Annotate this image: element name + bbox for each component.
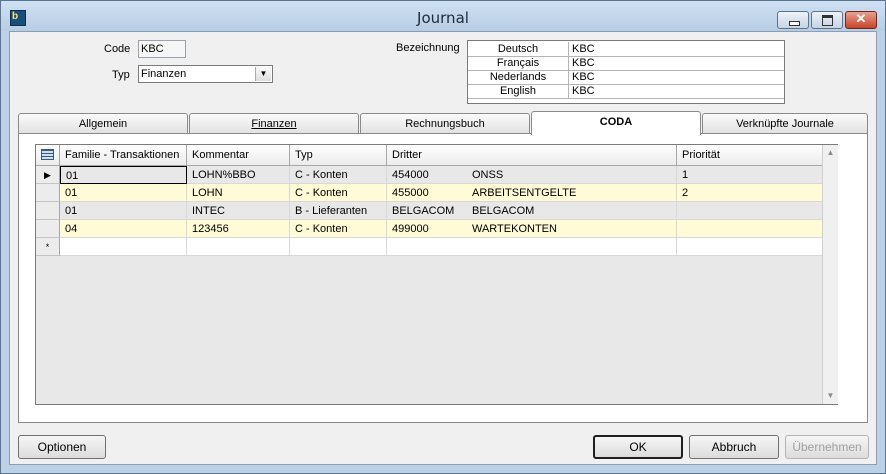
cell-prioritaet[interactable]: 1 bbox=[677, 166, 838, 184]
translation-row[interactable]: Nederlands KBC bbox=[468, 70, 784, 85]
cell-prioritaet[interactable]: 2 bbox=[677, 184, 838, 202]
tab-verknuepfte-journale[interactable]: Verknüpfte Journale bbox=[702, 113, 868, 133]
cell-dritter[interactable] bbox=[387, 238, 677, 256]
translation-language: English bbox=[468, 84, 569, 98]
coda-grid: Familie - Transaktionen Kommentar Typ Dr… bbox=[35, 144, 838, 405]
bezeichnung-label: Bezeichnung bbox=[396, 42, 460, 54]
translation-value[interactable]: KBC bbox=[572, 56, 595, 70]
cell-typ[interactable] bbox=[290, 238, 387, 256]
cell-kommentar[interactable]: LOHN bbox=[187, 184, 290, 202]
cell-typ[interactable]: C - Konten bbox=[290, 184, 387, 202]
table-row[interactable]: 04 123456 C - Konten 499000 WARTEKONTEN bbox=[36, 220, 838, 238]
new-row-marker-icon[interactable]: * bbox=[36, 238, 60, 256]
cell-dritter-name[interactable]: BELGACOM bbox=[467, 202, 677, 220]
grid-icon bbox=[41, 149, 54, 160]
column-header-kommentar[interactable]: Kommentar bbox=[187, 145, 290, 166]
cell-dritter-name[interactable]: ARBEITSENTGELTE bbox=[467, 184, 677, 202]
scroll-up-icon[interactable]: ▲ bbox=[823, 145, 838, 161]
row-selector[interactable] bbox=[36, 220, 60, 238]
cancel-button[interactable]: Abbruch bbox=[689, 435, 779, 459]
cell-dritter-code[interactable]: 454000 bbox=[387, 166, 467, 184]
close-button[interactable]: ✕ bbox=[845, 11, 877, 29]
cell-kommentar[interactable]: LOHN%BBO bbox=[187, 166, 290, 184]
tab-rechnungsbuch[interactable]: Rechnungsbuch bbox=[360, 113, 530, 133]
type-select-value: Finanzen bbox=[141, 68, 187, 80]
translation-value[interactable]: KBC bbox=[572, 70, 595, 84]
cell-typ[interactable]: C - Konten bbox=[290, 220, 387, 238]
close-icon: ✕ bbox=[855, 11, 867, 26]
translation-language: Deutsch bbox=[468, 42, 569, 56]
cell-dritter-code[interactable]: 455000 bbox=[387, 184, 467, 202]
column-header-familie[interactable]: Familie - Transaktionen bbox=[60, 145, 187, 166]
cell-typ[interactable]: B - Lieferanten bbox=[290, 202, 387, 220]
cell-familie[interactable] bbox=[60, 238, 187, 256]
translation-value[interactable]: KBC bbox=[572, 42, 595, 56]
cell-prioritaet[interactable] bbox=[677, 220, 838, 238]
column-header-dritter[interactable]: Dritter bbox=[387, 145, 677, 166]
type-select[interactable]: Finanzen ▼ bbox=[138, 65, 273, 83]
tab-allgemein[interactable]: Allgemein bbox=[18, 113, 188, 133]
code-label: Code bbox=[104, 43, 131, 55]
minimize-button[interactable] bbox=[777, 11, 809, 29]
translation-row[interactable]: English KBC bbox=[468, 84, 784, 99]
ok-button[interactable]: OK bbox=[593, 435, 683, 459]
cell-dritter-code[interactable]: BELGACOM bbox=[387, 202, 467, 220]
new-row[interactable]: * bbox=[36, 238, 838, 256]
translation-language: Français bbox=[468, 56, 569, 70]
tab-finanzen-label: Finanzen bbox=[251, 118, 297, 130]
code-field[interactable]: KBC bbox=[138, 40, 186, 58]
options-button[interactable]: Optionen bbox=[18, 435, 106, 459]
cell-kommentar[interactable]: INTEC bbox=[187, 202, 290, 220]
dialog-body: Code KBC Typ Finanzen ▼ Bezeichnung Deut… bbox=[9, 31, 877, 465]
row-selector[interactable] bbox=[36, 202, 60, 220]
table-row[interactable]: 01 LOHN C - Konten 455000 ARBEITSENTGELT… bbox=[36, 184, 838, 202]
type-label: Typ bbox=[112, 69, 130, 81]
cell-prioritaet[interactable] bbox=[677, 202, 838, 220]
apply-button[interactable]: Übernehmen bbox=[785, 435, 869, 459]
cell-dritter-name[interactable]: ONSS bbox=[467, 166, 677, 184]
title-bar[interactable]: b Journal ✕ bbox=[1, 1, 885, 31]
cell-familie[interactable]: 01 bbox=[60, 184, 187, 202]
window-title: Journal bbox=[417, 9, 469, 27]
cell-familie[interactable]: 04 bbox=[60, 220, 187, 238]
coda-tab-panel: Familie - Transaktionen Kommentar Typ Dr… bbox=[18, 133, 868, 423]
column-header-prioritaet[interactable]: Priorität bbox=[677, 145, 838, 166]
label-translations-table: Deutsch KBC Français KBC Nederlands KBC … bbox=[467, 40, 785, 104]
cell-dritter-code[interactable]: 499000 bbox=[387, 220, 467, 238]
table-row[interactable]: 01 INTEC B - Lieferanten BELGACOM BELGAC… bbox=[36, 202, 838, 220]
tab-finanzen[interactable]: Finanzen bbox=[189, 113, 359, 133]
column-header-typ[interactable]: Typ bbox=[290, 145, 387, 166]
scroll-down-icon[interactable]: ▼ bbox=[823, 388, 838, 404]
cell-familie[interactable]: 01 bbox=[60, 202, 187, 220]
translation-language: Nederlands bbox=[468, 70, 569, 84]
translation-value[interactable]: KBC bbox=[572, 84, 595, 98]
cell-typ[interactable]: C - Konten bbox=[290, 166, 387, 184]
journal-window: b Journal ✕ Code KBC Typ Finanzen ▼ Beze… bbox=[0, 0, 886, 474]
row-selector[interactable] bbox=[36, 184, 60, 202]
cell-familie[interactable]: 01 bbox=[60, 166, 187, 184]
tab-coda[interactable]: CODA bbox=[531, 111, 701, 135]
translation-row[interactable]: Français KBC bbox=[468, 56, 784, 71]
cell-prioritaet[interactable] bbox=[677, 238, 838, 256]
maximize-button[interactable] bbox=[811, 11, 843, 29]
chevron-down-icon[interactable]: ▼ bbox=[255, 67, 271, 81]
cell-kommentar[interactable]: 123456 bbox=[187, 220, 290, 238]
translation-row[interactable]: Deutsch KBC bbox=[468, 42, 784, 57]
cell-dritter-name[interactable]: WARTEKONTEN bbox=[467, 220, 677, 238]
row-pointer-icon[interactable]: ▶ bbox=[36, 166, 60, 184]
grid-vertical-scrollbar[interactable]: ▲ ▼ bbox=[822, 145, 838, 404]
cell-kommentar[interactable] bbox=[187, 238, 290, 256]
grid-select-all[interactable] bbox=[36, 145, 60, 166]
table-row[interactable]: ▶ 01 LOHN%BBO C - Konten 454000 ONSS 1 bbox=[36, 166, 838, 184]
